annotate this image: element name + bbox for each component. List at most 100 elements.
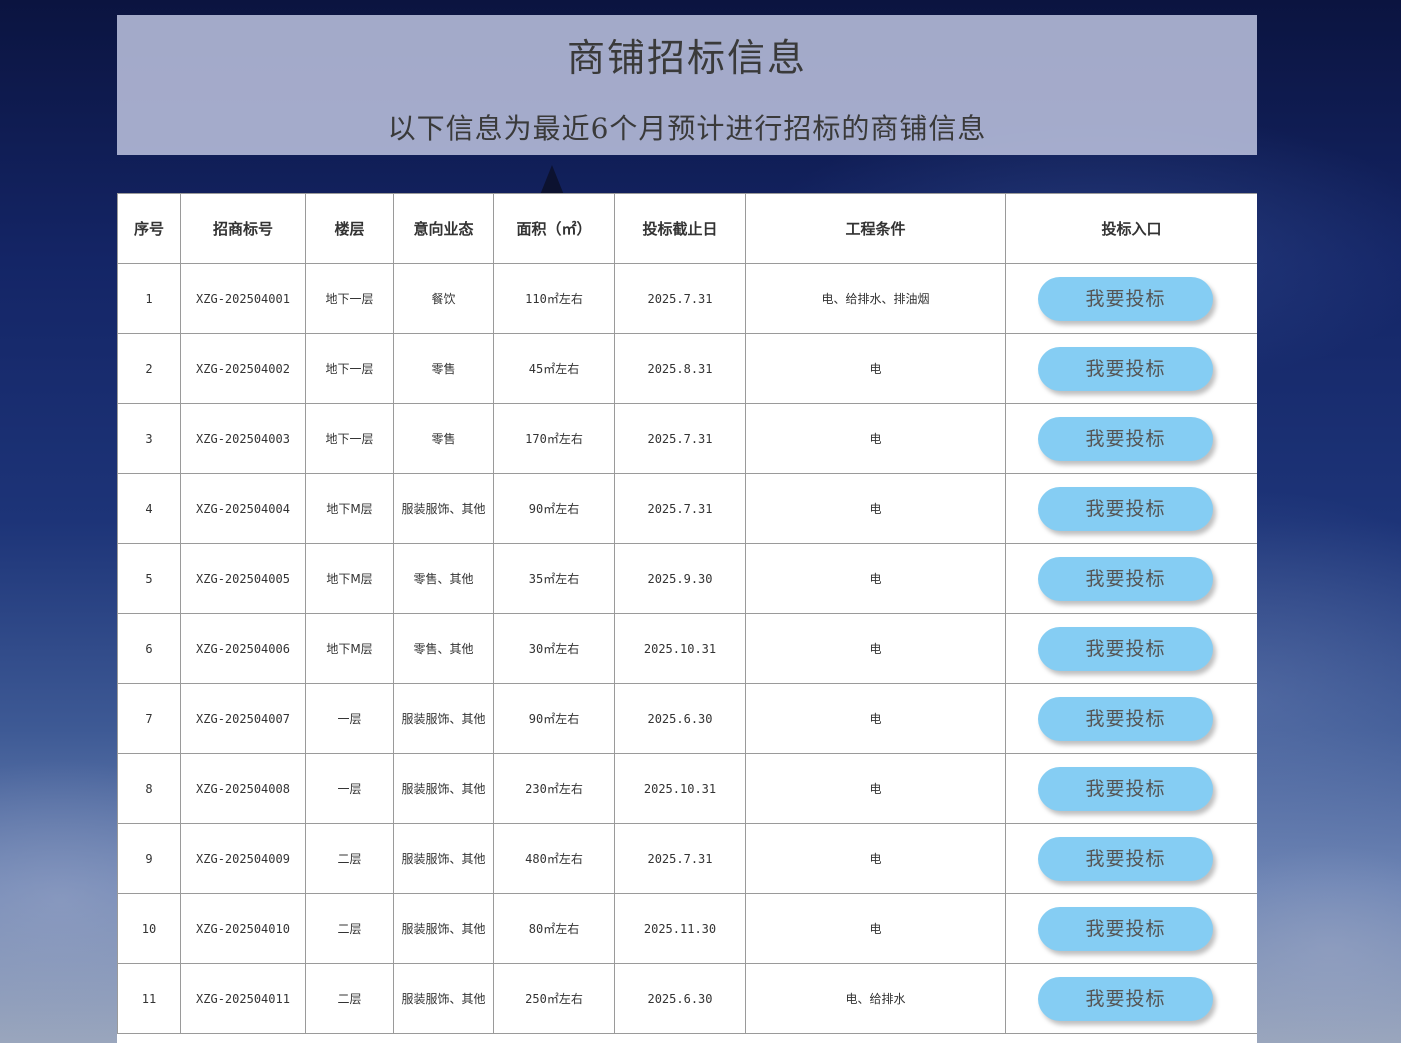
- cell-type: 服装服饰、其他: [393, 753, 494, 824]
- cell-floor: 地下一层: [305, 403, 394, 474]
- cell-no: 6: [117, 613, 181, 684]
- cell-condition: 电: [745, 753, 1006, 824]
- cell-entry: 我要投标: [1005, 263, 1257, 334]
- cell-type: 餐饮: [393, 263, 494, 334]
- cell-area: 30㎡左右: [493, 613, 615, 684]
- cell-no: 11: [117, 963, 181, 1034]
- cell-area: 90㎡左右: [493, 473, 615, 544]
- col-header-code: 招商标号: [180, 193, 306, 264]
- table-row: 2 XZG-202504002 地下一层 零售 45㎡左右 2025.8.31 电我要投标: [117, 333, 1257, 404]
- cell-floor: 地下一层: [305, 263, 394, 334]
- table-row: 11 XZG-202504011 二层 服装服饰、其他 250㎡左右 2025.6.30 电…: [117, 963, 1257, 1034]
- cell-entry: 我要投标: [1005, 963, 1257, 1034]
- cell-floor: 地下M层: [305, 473, 394, 544]
- cell-area: 110㎡左右: [493, 263, 615, 334]
- cell-area: 250㎡左右: [493, 963, 615, 1034]
- bid-button[interactable]: 我要投标: [1038, 486, 1213, 531]
- cell-condition: 电: [745, 473, 1006, 544]
- table-row: 3 XZG-202504003 地下一层 零售 170㎡左右 2025.7.31 电我要投标: [117, 403, 1257, 474]
- cell-entry: 我要投标: [1005, 543, 1257, 614]
- cell-floor: 地下M层: [305, 543, 394, 614]
- cell-condition: 电、给排水、排油烟: [745, 263, 1006, 334]
- cell-code: XZG-202504009: [180, 823, 306, 894]
- cell-floor: 二层: [305, 893, 394, 964]
- col-header-type: 意向业态: [393, 193, 494, 264]
- cell-area: 45㎡左右: [493, 333, 615, 404]
- cell-condition: 电: [745, 683, 1006, 754]
- cell-type: 零售: [393, 403, 494, 474]
- cell-no: 7: [117, 683, 181, 754]
- bid-button[interactable]: 我要投标: [1038, 976, 1213, 1021]
- table-header-row: 序号 招商标号 楼层 意向业态 面积（㎡） 投标截止日 工程条件 投标入口: [117, 193, 1257, 264]
- cell-no: 5: [117, 543, 181, 614]
- tender-table-container[interactable]: 序号 招商标号 楼层 意向业态 面积（㎡） 投标截止日 工程条件 投标入口 1X…: [117, 193, 1257, 1043]
- cell-entry: 我要投标: [1005, 613, 1257, 684]
- bid-button[interactable]: 我要投标: [1038, 836, 1213, 881]
- cell-entry: 我要投标: [1005, 403, 1257, 474]
- cell-deadline: 2025.9.30: [614, 543, 746, 614]
- cell-code: XZG-202504003: [180, 403, 306, 474]
- cell-condition: 电: [745, 333, 1006, 404]
- table-row: 5 XZG-202504005 地下M层 零售、其他 35㎡左右 2025.9.30 电我要…: [117, 543, 1257, 614]
- cell-area: 170㎡左右: [493, 403, 615, 474]
- cell-area: 230㎡左右: [493, 753, 615, 824]
- cell-deadline: 2025.7.31: [614, 403, 746, 474]
- cell-area: 35㎡左右: [493, 543, 615, 614]
- bid-button[interactable]: 我要投标: [1038, 906, 1213, 951]
- cell-code: XZG-202504002: [180, 333, 306, 404]
- cell-floor: 地下一层: [305, 333, 394, 404]
- cell-deadline: 2025.6.30: [614, 963, 746, 1034]
- cell-code: XZG-202504011: [180, 963, 306, 1034]
- table-row: 6 XZG-202504006 地下M层 零售、其他 30㎡左右 2025.10.31 电我…: [117, 613, 1257, 684]
- cell-no: 10: [117, 893, 181, 964]
- bid-button[interactable]: 我要投标: [1038, 276, 1213, 321]
- cell-type: 服装服饰、其他: [393, 683, 494, 754]
- table-row: 10 XZG-202504010 二层 服装服饰、其他 80㎡左右 2025.11.30 电…: [117, 893, 1257, 964]
- cell-deadline: 2025.11.30: [614, 893, 746, 964]
- cell-no: 2: [117, 333, 181, 404]
- cell-no: 1: [117, 263, 181, 334]
- cell-entry: 我要投标: [1005, 333, 1257, 404]
- bid-button[interactable]: 我要投标: [1038, 626, 1213, 671]
- table-row: 4 XZG-202504004 地下M层 服装服饰、其他 90㎡左右 2025.7.31 电…: [117, 473, 1257, 544]
- cell-type: 服装服饰、其他: [393, 963, 494, 1034]
- cell-type: 服装服饰、其他: [393, 473, 494, 544]
- cell-floor: 一层: [305, 753, 394, 824]
- table-body: 1 XZG-202504001 地下一层 餐饮 110㎡左右 2025.7.31 电、给排水…: [117, 263, 1257, 1034]
- cell-condition: 电: [745, 543, 1006, 614]
- col-header-deadline: 投标截止日: [614, 193, 746, 264]
- cell-area: 90㎡左右: [493, 683, 615, 754]
- cell-type: 零售: [393, 333, 494, 404]
- cell-condition: 电: [745, 893, 1006, 964]
- bid-button[interactable]: 我要投标: [1038, 346, 1213, 391]
- col-header-area: 面积（㎡）: [493, 193, 615, 264]
- cell-entry: 我要投标: [1005, 893, 1257, 964]
- bid-button[interactable]: 我要投标: [1038, 556, 1213, 601]
- bid-button[interactable]: 我要投标: [1038, 416, 1213, 461]
- cell-deadline: 2025.7.31: [614, 823, 746, 894]
- cell-entry: 我要投标: [1005, 823, 1257, 894]
- cell-no: 9: [117, 823, 181, 894]
- page-header: 商铺招标信息 以下信息为最近6个月预计进行招标的商铺信息: [117, 15, 1257, 155]
- background-spire: [540, 165, 564, 195]
- table-row: 1 XZG-202504001 地下一层 餐饮 110㎡左右 2025.7.31 电、给排水…: [117, 263, 1257, 334]
- cell-condition: 电: [745, 403, 1006, 474]
- cell-type: 服装服饰、其他: [393, 823, 494, 894]
- table-row: 9 XZG-202504009 二层 服装服饰、其他 480㎡左右 2025.7.31 电我…: [117, 823, 1257, 894]
- bid-button[interactable]: 我要投标: [1038, 696, 1213, 741]
- cell-deadline: 2025.7.31: [614, 263, 746, 334]
- col-header-entry: 投标入口: [1005, 193, 1257, 264]
- cell-deadline: 2025.10.31: [614, 613, 746, 684]
- cell-code: XZG-202504005: [180, 543, 306, 614]
- cell-entry: 我要投标: [1005, 683, 1257, 754]
- cell-code: XZG-202504006: [180, 613, 306, 684]
- col-header-floor: 楼层: [305, 193, 394, 264]
- cell-type: 零售、其他: [393, 543, 494, 614]
- cell-condition: 电: [745, 613, 1006, 684]
- cell-no: 4: [117, 473, 181, 544]
- bid-button[interactable]: 我要投标: [1038, 766, 1213, 811]
- cell-condition: 电、给排水: [745, 963, 1006, 1034]
- tender-table: 序号 招商标号 楼层 意向业态 面积（㎡） 投标截止日 工程条件 投标入口 1X…: [117, 193, 1257, 1034]
- page-subtitle: 以下信息为最近6个月预计进行招标的商铺信息: [387, 112, 987, 145]
- cell-floor: 一层: [305, 683, 394, 754]
